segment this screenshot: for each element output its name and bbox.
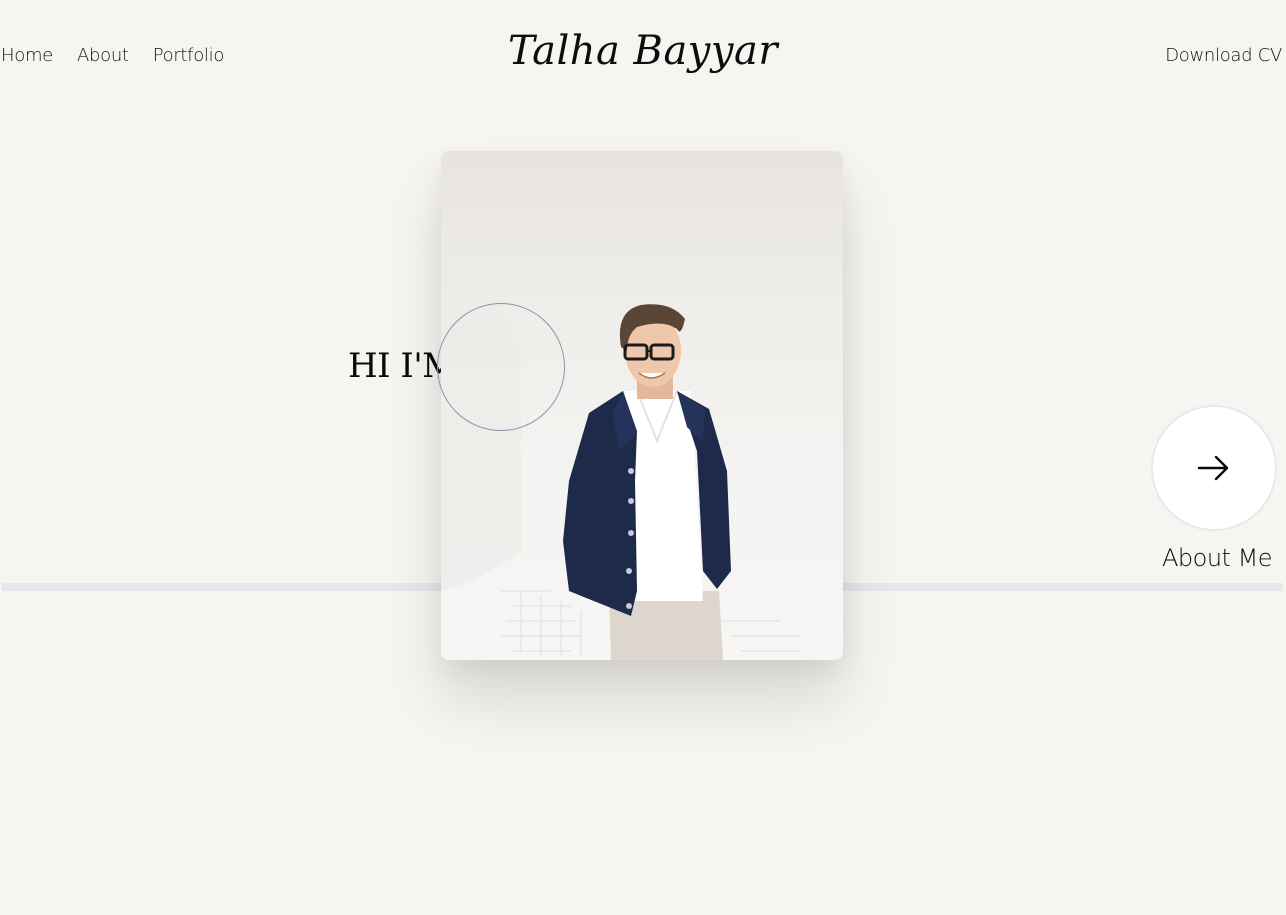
site-logo[interactable]: Talha Bayyar — [0, 28, 1286, 74]
about-me-label[interactable]: About Me — [1162, 544, 1273, 572]
download-cv-link[interactable]: Download CV — [1165, 45, 1282, 66]
page: Home About Portfolio Talha Bayyar Downlo… — [0, 0, 1286, 915]
decorative-circle — [437, 303, 565, 431]
arrow-right-icon — [1197, 455, 1229, 481]
about-me-button[interactable] — [1151, 405, 1277, 531]
